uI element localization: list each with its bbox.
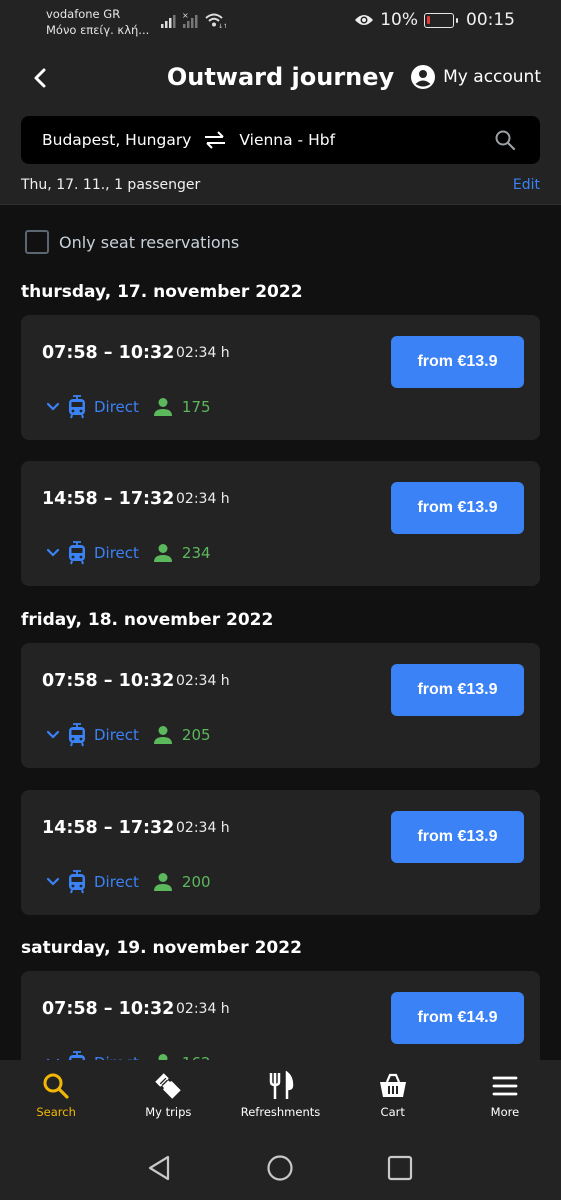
train-icon bbox=[68, 723, 86, 747]
edit-link[interactable]: Edit bbox=[513, 177, 540, 193]
seat-reservation-label: Only seat reservations bbox=[59, 232, 240, 252]
journey-duration: 02:34 h bbox=[176, 820, 230, 836]
nav-label: More bbox=[490, 1105, 520, 1119]
departure-arrival-times: 14:58 – 17:32 bbox=[42, 489, 175, 509]
battery-icon bbox=[424, 12, 458, 28]
journey-duration: 02:34 h bbox=[176, 673, 230, 689]
clock: 00:15 bbox=[466, 10, 515, 30]
svg-text:×: × bbox=[182, 11, 189, 20]
search-icon bbox=[43, 1073, 69, 1099]
fork-knife-icon bbox=[269, 1071, 293, 1099]
connection-type: Direct bbox=[94, 544, 139, 562]
trip-summary: Thu, 17. 11., 1 passenger bbox=[21, 177, 201, 193]
bottom-nav: Search My trips Refreshments Cart More bbox=[0, 1060, 561, 1135]
available-seats: 234 bbox=[181, 544, 211, 562]
chevron-down-icon[interactable] bbox=[46, 877, 60, 887]
journey-duration: 02:34 h bbox=[176, 1001, 230, 1017]
circle-home-icon bbox=[267, 1155, 293, 1181]
nav-item-refreshments[interactable]: Refreshments bbox=[224, 1060, 336, 1135]
day-heading: friday, 18. november 2022 bbox=[21, 610, 274, 630]
nav-label: Search bbox=[36, 1105, 76, 1119]
swap-icon[interactable] bbox=[203, 131, 227, 149]
origin-station: Budapest, Hungary bbox=[42, 131, 192, 149]
header: Outward journey My account Budapest, Hun… bbox=[0, 48, 561, 205]
journey-duration: 02:34 h bbox=[176, 491, 230, 507]
connection-card[interactable]: 07:58 – 10:32 02:34 h Direct 205 from €13.9 bbox=[21, 643, 540, 768]
status-bar: vodafone GR Μόνο επείγ. κλή... × ↓↑ 10% … bbox=[0, 0, 561, 48]
price-button[interactable]: from €13.9 bbox=[391, 482, 524, 534]
nav-label: Refreshments bbox=[240, 1105, 321, 1119]
destination-station: Vienna - Hbf bbox=[239, 131, 336, 149]
signal-icon bbox=[161, 15, 176, 28]
available-seats: 200 bbox=[181, 873, 211, 891]
square-recents-icon bbox=[387, 1155, 413, 1181]
triangle-back-icon bbox=[148, 1155, 170, 1181]
nav-item-search[interactable]: Search bbox=[0, 1060, 112, 1135]
price-button[interactable]: from €13.9 bbox=[391, 664, 524, 716]
battery-percent: 10% bbox=[380, 10, 418, 30]
chevron-down-icon[interactable] bbox=[46, 548, 60, 558]
available-seats: 205 bbox=[181, 726, 211, 744]
connection-card[interactable]: 14:58 – 17:32 02:34 h Direct 200 from €13.9 bbox=[21, 790, 540, 915]
system-back-button[interactable] bbox=[146, 1154, 172, 1186]
train-icon bbox=[68, 870, 86, 894]
price-button[interactable]: from €13.9 bbox=[391, 336, 524, 388]
search-icon[interactable] bbox=[494, 129, 516, 155]
available-seats: 175 bbox=[181, 398, 211, 416]
person-icon bbox=[153, 543, 173, 563]
nav-item-more[interactable]: More bbox=[449, 1060, 561, 1135]
carrier-status: Μόνο επείγ. κλή... bbox=[46, 23, 150, 37]
wifi-icon: ↓↑ bbox=[205, 13, 226, 29]
departure-arrival-times: 07:58 – 10:32 bbox=[42, 671, 175, 691]
svg-text:↓↑: ↓↑ bbox=[218, 23, 226, 29]
connection-type: Direct bbox=[94, 726, 139, 744]
menu-icon bbox=[492, 1076, 518, 1096]
departure-arrival-times: 07:58 – 10:32 bbox=[42, 999, 175, 1019]
connection-type: Direct bbox=[94, 873, 139, 891]
train-icon bbox=[68, 541, 86, 565]
person-icon bbox=[153, 725, 173, 745]
person-icon bbox=[153, 872, 173, 892]
connection-card[interactable]: 14:58 – 17:32 02:34 h Direct 234 from €13.9 bbox=[21, 461, 540, 586]
train-icon bbox=[68, 395, 86, 419]
nav-item-cart[interactable]: Cart bbox=[337, 1060, 449, 1135]
basket-icon bbox=[379, 1073, 406, 1097]
connection-type: Direct bbox=[94, 398, 139, 416]
seat-reservation-checkbox[interactable] bbox=[25, 230, 49, 254]
carrier-info: vodafone GR Μόνο επείγ. κλή... bbox=[46, 6, 149, 38]
seat-reservation-filter[interactable]: Only seat reservations bbox=[25, 230, 239, 254]
chevron-down-icon[interactable] bbox=[46, 730, 60, 740]
my-account-label: My account bbox=[443, 67, 541, 87]
my-account-button[interactable]: My account bbox=[411, 65, 541, 89]
price-button[interactable]: from €13.9 bbox=[391, 811, 524, 863]
system-recents-button[interactable] bbox=[386, 1154, 414, 1186]
price-button[interactable]: from €14.9 bbox=[391, 992, 524, 1044]
eye-icon bbox=[355, 15, 374, 25]
signal-no-sim-icon: × bbox=[182, 11, 198, 28]
person-icon bbox=[153, 397, 173, 417]
departure-arrival-times: 14:58 – 17:32 bbox=[42, 818, 175, 838]
account-icon bbox=[411, 65, 436, 89]
carrier-name: vodafone GR bbox=[46, 7, 121, 21]
route-search-bar[interactable]: Budapest, Hungary Vienna - Hbf bbox=[21, 116, 540, 164]
connection-card[interactable]: 07:58 – 10:32 02:34 h Direct 175 from €13.9 bbox=[21, 315, 540, 440]
journey-duration: 02:34 h bbox=[176, 345, 230, 361]
nav-label: Cart bbox=[380, 1105, 405, 1119]
chevron-down-icon[interactable] bbox=[46, 402, 60, 412]
ticket-icon bbox=[155, 1073, 182, 1099]
nav-item-my-trips[interactable]: My trips bbox=[112, 1060, 224, 1135]
departure-arrival-times: 07:58 – 10:32 bbox=[42, 343, 175, 363]
system-home-button[interactable] bbox=[266, 1154, 294, 1186]
day-heading: saturday, 19. november 2022 bbox=[21, 938, 302, 958]
day-heading: thursday, 17. november 2022 bbox=[21, 282, 303, 302]
nav-label: My trips bbox=[145, 1105, 192, 1119]
system-nav-bar bbox=[0, 1135, 561, 1200]
